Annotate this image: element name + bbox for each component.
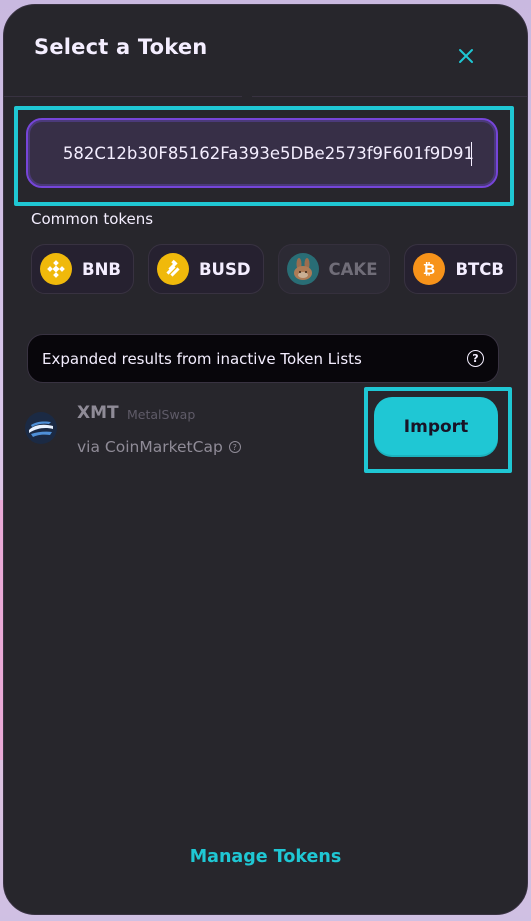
close-icon	[459, 49, 473, 63]
token-source: via CoinMarketCap ?	[77, 438, 241, 456]
source-label: via CoinMarketCap	[77, 438, 223, 456]
modal-header: Select a Token	[4, 5, 527, 97]
token-symbol: BTCB	[455, 259, 504, 279]
text-caret	[470, 142, 472, 166]
token-chip-btcb[interactable]: ₿ BTCB	[404, 244, 517, 294]
token-chip-busd[interactable]: BUSD	[147, 244, 264, 294]
svg-text:₿: ₿	[423, 260, 435, 278]
inactive-lists-info: Expanded results from inactive Token Lis…	[27, 334, 499, 383]
token-symbol: BUSD	[198, 259, 251, 279]
search-input-wrapper[interactable]	[26, 118, 498, 188]
manage-tokens-button[interactable]: Manage Tokens	[0, 847, 531, 867]
token-chip-cake[interactable]: CAKE	[277, 244, 391, 294]
token-chip-bnb[interactable]: BNB	[31, 244, 134, 294]
close-button[interactable]	[449, 39, 483, 73]
token-name: MetalSwap	[127, 407, 196, 422]
cake-icon	[286, 253, 319, 285]
header-notch	[242, 93, 252, 101]
token-symbol: BNB	[82, 259, 121, 279]
search-input[interactable]	[28, 120, 496, 186]
token-symbol: CAKE	[328, 259, 378, 279]
modal-title: Select a Token	[34, 35, 208, 59]
token-symbol: XMT	[77, 403, 119, 423]
common-tokens-row: BNB BUSD CAKE ₿ BTCB	[31, 244, 517, 294]
btcb-icon: ₿	[413, 253, 446, 285]
busd-icon	[156, 253, 189, 285]
import-button[interactable]: Import	[374, 397, 498, 457]
common-tokens-label: Common tokens	[31, 210, 154, 228]
xmt-token-icon	[25, 412, 57, 444]
help-icon[interactable]: ?	[467, 350, 484, 367]
info-text: Expanded results from inactive Token Lis…	[42, 349, 362, 368]
help-icon[interactable]: ?	[228, 441, 241, 453]
bnb-icon	[40, 253, 72, 285]
